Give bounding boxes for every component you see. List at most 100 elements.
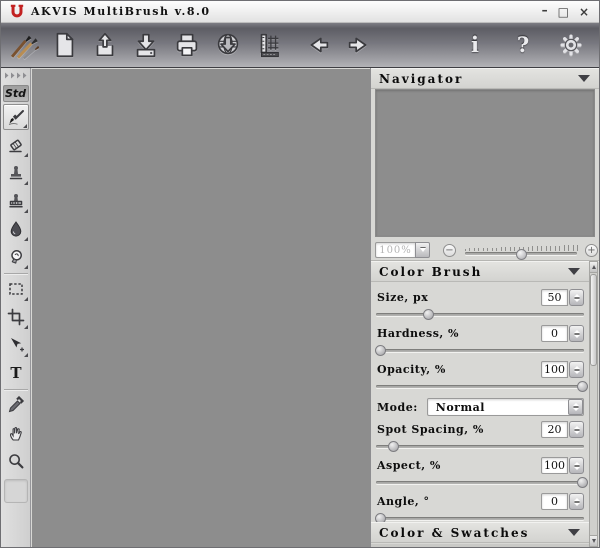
zoom-slider-thumb[interactable] [516, 249, 527, 260]
param-slider[interactable] [376, 380, 588, 392]
param-value-field[interactable]: 100 [541, 457, 568, 474]
param-label: Mode: [377, 400, 418, 414]
maximize-button[interactable]: □ [558, 6, 569, 18]
expand-tools-button[interactable] [2, 70, 30, 82]
smudge-tool[interactable] [3, 244, 29, 270]
forward-icon[interactable] [343, 28, 375, 62]
canvas[interactable] [32, 69, 370, 547]
selection-tool[interactable] [3, 276, 29, 302]
flyout-indicator [22, 124, 27, 128]
blur-tool[interactable] [3, 216, 29, 242]
param-spinner[interactable] [569, 457, 584, 474]
new-document-icon[interactable] [48, 28, 80, 62]
zoom-in-button[interactable]: + [585, 243, 598, 257]
collapse-arrow-icon[interactable] [568, 268, 580, 275]
slider-thumb[interactable] [576, 381, 588, 392]
param-row: Angle, ° 0 [377, 493, 584, 510]
color-swatches-header[interactable]: Color & Swatches [371, 522, 590, 543]
slider-thumb[interactable] [387, 441, 399, 452]
mode-dropdown[interactable]: Normal [426, 398, 584, 416]
minimize-button[interactable]: – [542, 4, 548, 16]
param-spinner[interactable] [569, 493, 584, 510]
help-icon[interactable]: ? [507, 28, 539, 62]
param-value-field[interactable]: 50 [541, 289, 568, 306]
slider-track [376, 349, 584, 352]
color-brush-header[interactable]: Color Brush [371, 261, 590, 282]
settings-icon[interactable] [555, 28, 587, 62]
param-spinner[interactable] [569, 421, 584, 438]
eyedropper-tool[interactable] [3, 392, 29, 418]
param-spinner[interactable] [569, 289, 584, 306]
zoom-slider[interactable] [465, 241, 578, 260]
param-label: Angle, ° [377, 495, 430, 508]
zoom-dropdown-button[interactable] [415, 242, 430, 258]
flyout-indicator [23, 353, 28, 357]
slider-track [376, 313, 584, 316]
param-value-field[interactable]: 0 [541, 493, 568, 510]
zoom-tool[interactable] [3, 448, 29, 474]
color-brush-params: Size, px 50 Hardness, % 0 Opacity, % 100 Mode:… [371, 282, 590, 524]
settings-panel: Navigator 100% − + Color Brush Size, px 5… [370, 68, 599, 547]
param-slider[interactable] [376, 308, 584, 320]
param-label: Hardness, % [377, 327, 460, 340]
param-row: Spot Spacing, % 20 [377, 421, 584, 438]
web-download-icon[interactable] [212, 28, 244, 62]
tool-separator [3, 389, 28, 390]
slider-thumb[interactable] [576, 477, 588, 488]
close-button[interactable]: × [579, 6, 589, 18]
tool-palette: Std T [1, 68, 31, 547]
param-label: Size, px [377, 291, 429, 304]
tool-preview-box [3, 479, 28, 503]
param-spinner[interactable] [569, 361, 584, 378]
clone-stamp-tool[interactable] [3, 160, 29, 186]
svg-text:T: T [10, 364, 22, 382]
main-toolbar: i? [1, 23, 599, 68]
navigator-title: Navigator [379, 71, 464, 86]
param-value-field[interactable]: 0 [541, 325, 568, 342]
zoom-out-button[interactable]: − [443, 243, 456, 257]
scrollbar-thumb[interactable] [590, 274, 597, 366]
info-icon[interactable]: i [459, 28, 491, 62]
param-spinbox: 50 [541, 289, 584, 306]
slider-track [376, 385, 584, 388]
param-slider[interactable] [376, 440, 584, 452]
post-image-icon[interactable] [253, 28, 285, 62]
param-slider[interactable] [375, 344, 584, 356]
navigator-header[interactable]: Navigator [371, 68, 599, 89]
param-value-field[interactable]: 20 [541, 421, 568, 438]
chevron-down-icon [419, 248, 426, 252]
slider-thumb[interactable] [423, 309, 434, 320]
help-icon: ? [516, 32, 530, 57]
save-image-icon[interactable] [130, 28, 162, 62]
mode-spinner[interactable] [568, 399, 583, 415]
text-tool[interactable]: T [3, 360, 29, 386]
param-spinner[interactable] [569, 325, 584, 342]
hand-tool[interactable] [3, 420, 29, 446]
scroll-up-button[interactable] [590, 262, 597, 273]
color-brush-title: Color Brush [379, 264, 483, 279]
eraser-tool[interactable] [3, 132, 29, 158]
color-brush-tool[interactable] [2, 104, 29, 130]
zoom-value-field[interactable]: 100% [375, 242, 415, 258]
move-tool[interactable] [3, 332, 29, 358]
crop-tool[interactable] [3, 304, 29, 330]
std-mode-button[interactable]: Std [2, 85, 29, 102]
scroll-down-button[interactable] [590, 535, 597, 546]
window-controls: – □ × [542, 4, 593, 18]
info-icon: i [471, 32, 479, 57]
back-icon[interactable] [302, 28, 334, 62]
panel-scrollbar[interactable] [589, 261, 598, 547]
param-value-field[interactable]: 100 [541, 361, 568, 378]
collapse-arrow-icon[interactable] [578, 75, 590, 82]
print-icon[interactable] [171, 28, 203, 62]
param-slider[interactable] [376, 476, 588, 488]
title-bar: AKVIS MultiBrush v.8.0 – □ × [1, 1, 599, 23]
open-image-icon[interactable] [89, 28, 121, 62]
chameleon-brush-tool[interactable] [3, 188, 29, 214]
flyout-indicator [23, 297, 28, 301]
flyout-indicator [23, 325, 28, 329]
collapse-arrow-icon[interactable] [568, 529, 580, 536]
navigator-preview[interactable] [375, 89, 595, 237]
flyout-indicator [23, 181, 28, 185]
slider-thumb[interactable] [375, 345, 387, 356]
